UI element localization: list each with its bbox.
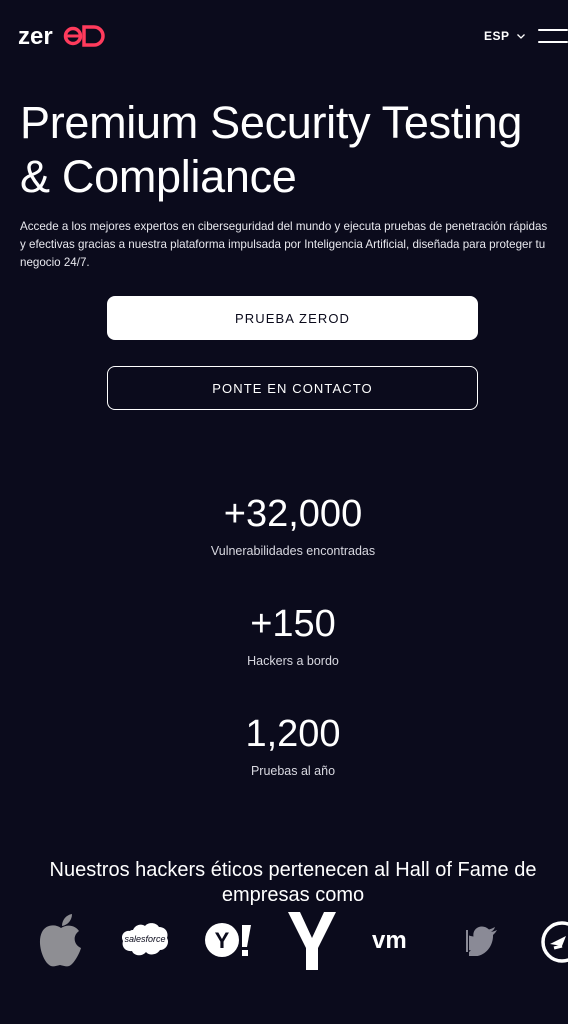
stat-tests: 1,200 Pruebas al año xyxy=(0,712,568,780)
site-header: zer ESP xyxy=(0,0,568,72)
language-label: ESP xyxy=(484,29,510,43)
vmware-logo: vm xyxy=(372,926,422,959)
partial-logo xyxy=(540,920,568,969)
svg-text:Y: Y xyxy=(215,928,230,953)
stat-label: Pruebas al año xyxy=(250,764,336,778)
zerod-logo[interactable]: zer xyxy=(18,24,110,50)
apple-logo xyxy=(38,914,84,973)
try-zerod-button[interactable]: PRUEBA ZEROD xyxy=(107,296,478,340)
contact-button[interactable]: PONTE EN CONTACTO xyxy=(107,366,478,410)
hall-of-fame-title: Nuestros hackers éticos pertenecen al Ha… xyxy=(49,859,537,906)
salesforce-logo: salesforce xyxy=(121,922,169,963)
twitter-logo xyxy=(461,926,498,961)
stat-value: +32,000 xyxy=(223,493,363,535)
svg-text:vm: vm xyxy=(372,927,407,954)
ycombinator-logo xyxy=(288,912,336,975)
stat-value: 1,200 xyxy=(245,713,341,755)
hero-title: Premium Security Testing & Compliance xyxy=(20,97,523,202)
language-selector[interactable]: ESP xyxy=(484,29,526,43)
yahoo-logo: Y xyxy=(204,922,254,963)
stat-hackers: +150 Hackers a bordo xyxy=(0,602,568,670)
company-logos-row: salesforce Y vm xyxy=(0,908,568,978)
stat-label: Hackers a bordo xyxy=(247,654,339,668)
svg-text:zer: zer xyxy=(18,24,53,50)
stat-label: Vulnerabilidades encontradas xyxy=(210,544,376,558)
stat-value: +150 xyxy=(250,603,336,645)
chevron-down-icon xyxy=(516,34,525,39)
stat-vulnerabilities: +32,000 Vulnerabilidades encontradas xyxy=(0,492,568,560)
hamburger-menu-icon[interactable] xyxy=(538,26,568,46)
hero-description: Accede a los mejores expertos en ciberse… xyxy=(20,220,548,269)
salesforce-logo-text: salesforce xyxy=(124,934,165,944)
